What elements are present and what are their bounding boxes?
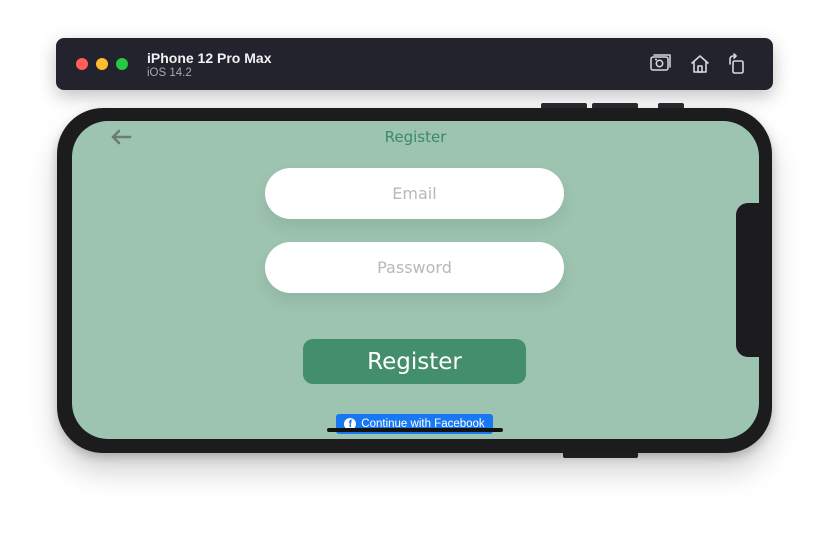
register-button[interactable]: Register	[303, 339, 526, 384]
os-version: iOS 14.2	[147, 67, 192, 79]
home-icon[interactable]	[688, 52, 712, 76]
zoom-window-button[interactable]	[116, 58, 128, 70]
screenshot-icon[interactable]	[649, 52, 673, 76]
rotate-icon[interactable]	[725, 52, 749, 76]
email-field[interactable]	[265, 168, 564, 219]
simulator-window: iPhone 12 Pro Max iOS 14.2 Register Emai…	[0, 0, 829, 535]
close-window-button[interactable]	[76, 58, 88, 70]
simulator-titlebar: iPhone 12 Pro Max iOS 14.2	[56, 38, 773, 90]
password-field[interactable]	[265, 242, 564, 293]
sensor-notch	[736, 203, 762, 357]
home-indicator[interactable]	[327, 428, 503, 432]
device-name: iPhone 12 Pro Max	[147, 50, 272, 66]
minimize-window-button[interactable]	[96, 58, 108, 70]
page-title: Register	[384, 128, 447, 146]
app-screen: Register Register f Continue with Facebo…	[72, 121, 759, 439]
